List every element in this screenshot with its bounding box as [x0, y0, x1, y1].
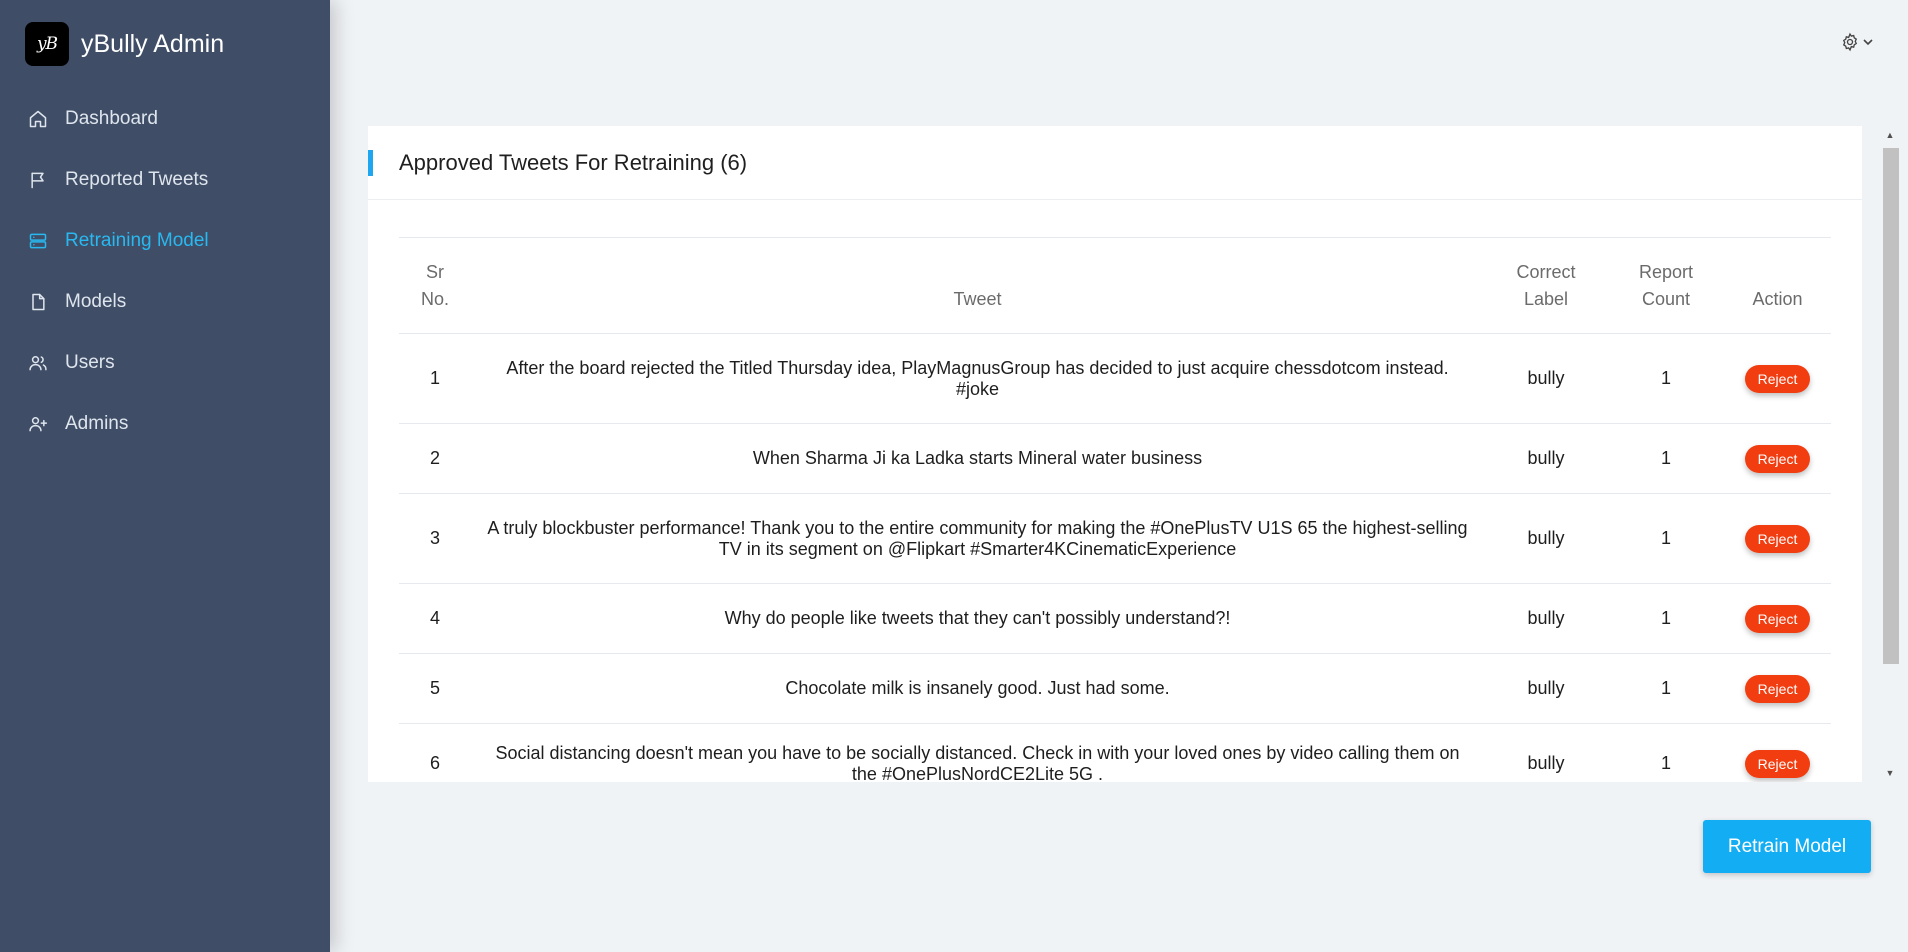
reject-button[interactable]: Reject — [1744, 674, 1811, 703]
tweets-table: Sr No. Tweet Correct Label Report Count Act… — [399, 237, 1831, 782]
cell-action: Reject — [1724, 653, 1831, 724]
reject-button[interactable]: Reject — [1744, 749, 1811, 778]
cell-tweet: When Sharma Ji ka Ladka starts Mineral w… — [471, 423, 1484, 494]
cell-tweet: Social distancing doesn't mean you have … — [495, 742, 1460, 782]
cell-count: 1 — [1608, 583, 1724, 654]
header-count-line1: Report — [1638, 261, 1694, 282]
users-icon — [28, 353, 48, 373]
header-tweet[interactable]: Tweet — [471, 237, 1484, 334]
reject-button[interactable]: Reject — [1744, 604, 1811, 633]
app-logo: yB — [25, 22, 69, 66]
brand[interactable]: yB yBully Admin — [0, 0, 330, 88]
cell-count: 1 — [1608, 653, 1724, 724]
table-row: 6 Social distancing doesn't mean you hav… — [399, 724, 1831, 783]
header-count-line2: Count — [1641, 288, 1691, 309]
header-report-count[interactable]: Report Count — [1608, 237, 1724, 334]
approved-tweets-card: Approved Tweets For Retraining (6) Sr No.… — [368, 126, 1862, 782]
server-icon — [28, 231, 48, 251]
cell-label: bully — [1484, 493, 1608, 584]
cell-sr: 2 — [399, 423, 471, 494]
settings-menu[interactable] — [1840, 32, 1874, 52]
cell-label: bully — [1484, 653, 1608, 724]
chevron-down-icon — [1863, 39, 1873, 46]
tweets-table-wrapper: Sr No. Tweet Correct Label Report Count Act… — [399, 237, 1831, 782]
cell-tweet: A truly blockbuster performance! Thank y… — [471, 493, 1484, 584]
cell-sr: 3 — [399, 493, 471, 584]
gear-icon — [1842, 32, 1858, 52]
cell-sr: 1 — [399, 333, 471, 424]
sidebar-item-users[interactable]: Users — [0, 332, 330, 393]
header-tweet-label: Tweet — [953, 288, 1002, 309]
reject-button[interactable]: Reject — [1744, 524, 1811, 553]
cell-count: 1 — [1608, 333, 1724, 424]
cell-tweet: After the board rejected the Titled Thur… — [471, 333, 1484, 424]
sidebar-item-models[interactable]: Models — [0, 271, 330, 332]
file-icon — [28, 292, 48, 312]
sidebar-nav: Dashboard Reported Tweets Retraining Mod… — [0, 88, 330, 454]
table-row: 1 After the board rejected the Titled Th… — [399, 333, 1831, 424]
card-title: Approved Tweets For Retraining (6) — [399, 149, 748, 175]
cell-action: Reject — [1724, 333, 1831, 424]
cell-action: Reject — [1724, 724, 1831, 783]
table-row: 4 Why do people like tweets that they ca… — [399, 583, 1831, 654]
reject-button[interactable]: Reject — [1744, 444, 1811, 473]
cell-label: bully — [1527, 753, 1565, 774]
sidebar-item-admins[interactable]: Admins — [0, 393, 330, 454]
vertical-scrollbar[interactable]: ▲ ▼ — [1880, 126, 1900, 782]
header-label-line1: Correct — [1516, 261, 1576, 282]
flag-icon — [28, 170, 48, 190]
sidebar-item-reported-tweets[interactable]: Reported Tweets — [0, 149, 330, 210]
sidebar: yB yBully Admin Dashboard Reported Tweet… — [0, 0, 330, 952]
table-row: 2 When Sharma Ji ka Ladka starts Mineral… — [399, 423, 1831, 494]
header-accent-bar — [368, 150, 373, 176]
home-icon — [28, 109, 48, 129]
header-label-line2: Label — [1523, 288, 1569, 309]
sidebar-item-retraining-model[interactable]: Retraining Model — [0, 210, 330, 271]
header-sr-line1: Sr — [425, 261, 444, 282]
table-row: 3 A truly blockbuster performance! Thank… — [399, 493, 1831, 584]
cell-label: bully — [1484, 423, 1608, 494]
header-correct-label[interactable]: Correct Label — [1484, 237, 1608, 334]
header-sr-no[interactable]: Sr No. — [399, 237, 471, 334]
reject-button[interactable]: Reject — [1744, 364, 1811, 393]
cell-count: 1 — [1660, 753, 1671, 774]
user-plus-icon — [28, 414, 48, 434]
cell-sr: 4 — [399, 583, 471, 654]
table-header-row: Sr No. Tweet Correct Label Report Count Act… — [399, 237, 1831, 334]
cell-action: Reject — [1724, 493, 1831, 584]
cell-count: 1 — [1608, 423, 1724, 494]
header-action: Action — [1724, 237, 1831, 334]
cell-count: 1 — [1608, 493, 1724, 584]
retrain-model-button[interactable]: Retrain Model — [1703, 820, 1871, 873]
sidebar-item-label: Models — [65, 290, 127, 312]
sidebar-item-label: Users — [65, 351, 115, 373]
app-name: yBully Admin — [81, 29, 225, 58]
scroll-thumb[interactable] — [1883, 148, 1899, 664]
header-sr-line2: No. — [420, 288, 449, 309]
cell-sr: 5 — [399, 653, 471, 724]
cell-sr: 6 — [429, 753, 440, 774]
sidebar-item-label: Admins — [65, 412, 129, 434]
sidebar-item-dashboard[interactable]: Dashboard — [0, 88, 330, 149]
scroll-down-arrow-icon[interactable]: ▼ — [1880, 764, 1900, 782]
header-action-label: Action — [1752, 288, 1803, 309]
cell-action: Reject — [1724, 583, 1831, 654]
cell-action: Reject — [1724, 423, 1831, 494]
sidebar-item-label: Dashboard — [65, 107, 158, 129]
cell-label: bully — [1484, 583, 1608, 654]
card-header: Approved Tweets For Retraining (6) — [368, 126, 1862, 200]
scroll-up-arrow-icon[interactable]: ▲ — [1880, 126, 1900, 144]
cell-label: bully — [1484, 333, 1608, 424]
table-row: 5 Chocolate milk is insanely good. Just … — [399, 653, 1831, 724]
cell-tweet: Why do people like tweets that they can'… — [471, 583, 1484, 654]
sidebar-item-label: Retraining Model — [65, 229, 209, 251]
sidebar-item-label: Reported Tweets — [65, 168, 209, 190]
cell-tweet: Chocolate milk is insanely good. Just ha… — [471, 653, 1484, 724]
